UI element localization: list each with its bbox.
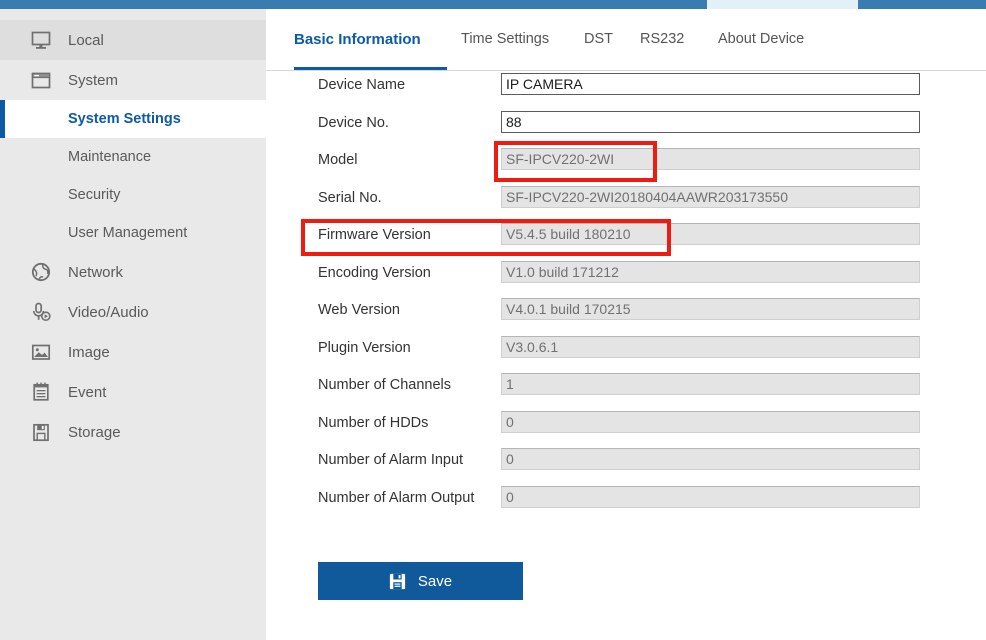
top-nav-bar bbox=[0, 0, 986, 9]
form-row-number-of-channels: Number of Channels bbox=[266, 371, 986, 409]
microphone-icon bbox=[28, 300, 54, 324]
save-floppy-icon bbox=[389, 573, 406, 590]
form-row-number-of-hdds: Number of HDDs bbox=[266, 409, 986, 447]
save-button[interactable]: Save bbox=[318, 562, 523, 600]
sidebar-item-label: Storage bbox=[68, 423, 121, 441]
form-row-device-no: Device No. bbox=[266, 109, 986, 147]
tab-basic-information[interactable]: Basic Information bbox=[294, 31, 421, 48]
tab-about-device[interactable]: About Device bbox=[718, 31, 804, 47]
tab-rs232[interactable]: RS232 bbox=[640, 31, 684, 47]
field-label: Number of HDDs bbox=[318, 414, 429, 431]
tab-bar: Basic Information Time Settings DST RS23… bbox=[266, 23, 986, 71]
number-of-alarm-input-input bbox=[501, 448, 920, 470]
active-tab-underline bbox=[294, 67, 447, 70]
save-button-label: Save bbox=[417, 572, 453, 590]
sidebar-item-local[interactable]: Local bbox=[0, 20, 266, 60]
form-row-number-of-alarm-input: Number of Alarm Input bbox=[266, 446, 986, 484]
number-of-alarm-output-input bbox=[501, 485, 920, 508]
calendar-icon bbox=[28, 380, 54, 404]
field-label: Device No. bbox=[318, 114, 389, 131]
field-label: Number of Alarm Input bbox=[318, 452, 464, 468]
field-label: Firmware Version bbox=[318, 227, 431, 243]
sidebar-item-label: Video/Audio bbox=[68, 303, 149, 321]
active-indicator-bar bbox=[0, 100, 5, 138]
sidebar-item-system-settings[interactable]: System Settings bbox=[0, 100, 266, 138]
device-no-input[interactable] bbox=[501, 110, 920, 133]
sidebar-item-label: Maintenance bbox=[68, 149, 152, 165]
picture-icon bbox=[28, 340, 54, 364]
serial-no-input bbox=[501, 185, 920, 208]
form-row-device-name: Device Name bbox=[266, 71, 986, 109]
window-icon bbox=[28, 68, 54, 92]
floppy-disk-icon bbox=[28, 420, 54, 444]
basic-information-form: Device Name Device No. Model Serial No. … bbox=[266, 71, 986, 521]
sidebar-item-maintenance[interactable]: Maintenance bbox=[0, 138, 266, 176]
form-row-model: Model bbox=[266, 146, 986, 184]
tab-time-settings[interactable]: Time Settings bbox=[461, 31, 549, 47]
sidebar-item-storage[interactable]: Storage bbox=[0, 412, 266, 452]
sidebar-item-label: System Settings bbox=[68, 111, 181, 127]
monitor-icon bbox=[28, 28, 54, 52]
form-row-serial-no: Serial No. bbox=[266, 184, 986, 222]
sidebar-item-label: Local bbox=[68, 31, 104, 49]
globe-icon bbox=[28, 260, 54, 284]
plugin-version-input bbox=[501, 335, 920, 358]
number-of-hdds-input bbox=[501, 410, 920, 433]
sidebar-item-label: Image bbox=[68, 343, 110, 361]
field-label: Model bbox=[318, 152, 358, 168]
top-nav-active-tab[interactable] bbox=[707, 0, 858, 9]
sidebar: Local System System Settings Maintenance… bbox=[0, 9, 266, 640]
sidebar-item-label: User Management bbox=[68, 225, 188, 241]
sidebar-item-network[interactable]: Network bbox=[0, 252, 266, 292]
form-row-plugin-version: Plugin Version bbox=[266, 334, 986, 372]
field-label: Plugin Version bbox=[318, 339, 411, 356]
field-label: Number of Channels bbox=[318, 377, 451, 393]
sidebar-item-video-audio[interactable]: Video/Audio bbox=[0, 292, 266, 332]
sidebar-item-security[interactable]: Security bbox=[0, 176, 266, 214]
sidebar-item-system[interactable]: System bbox=[0, 60, 266, 100]
form-row-number-of-alarm-output: Number of Alarm Output bbox=[266, 484, 986, 522]
web-version-input bbox=[501, 298, 920, 320]
sidebar-item-label: Network bbox=[68, 263, 124, 281]
field-label: Encoding Version bbox=[318, 264, 431, 281]
main-content: Basic Information Time Settings DST RS23… bbox=[266, 9, 986, 640]
field-label: Number of Alarm Output bbox=[318, 489, 475, 506]
form-row-encoding-version: Encoding Version bbox=[266, 259, 986, 297]
firmware-version-input bbox=[501, 223, 920, 245]
number-of-channels-input bbox=[501, 373, 920, 395]
sidebar-item-image[interactable]: Image bbox=[0, 332, 266, 372]
tab-dst[interactable]: DST bbox=[584, 31, 613, 47]
sidebar-item-event[interactable]: Event bbox=[0, 372, 266, 412]
sidebar-item-label: Security bbox=[68, 187, 121, 203]
form-row-firmware-version: Firmware Version bbox=[266, 221, 986, 259]
form-row-web-version: Web Version bbox=[266, 296, 986, 334]
field-label: Web Version bbox=[318, 302, 400, 318]
encoding-version-input bbox=[501, 260, 920, 283]
device-name-input[interactable] bbox=[501, 73, 920, 95]
model-input bbox=[501, 148, 920, 170]
sidebar-item-user-management[interactable]: User Management bbox=[0, 214, 266, 252]
field-label: Serial No. bbox=[318, 189, 382, 206]
field-label: Device Name bbox=[318, 77, 406, 93]
sidebar-item-label: Event bbox=[68, 383, 107, 401]
sidebar-item-label: System bbox=[68, 71, 119, 89]
